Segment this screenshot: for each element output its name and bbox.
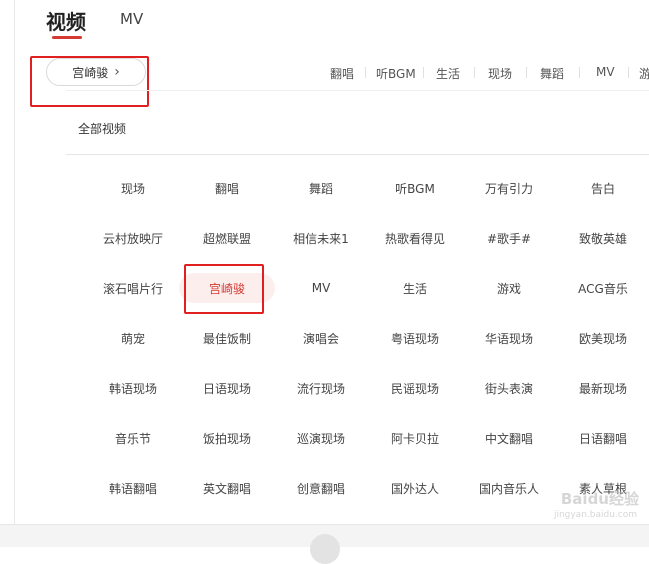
category-item[interactable]: 最新现场 [555, 373, 649, 403]
category-item[interactable]: 英文翻唱 [179, 473, 275, 503]
category-item[interactable]: 萌宠 [85, 323, 181, 353]
category-item[interactable]: 国内音乐人 [461, 473, 557, 503]
category-item[interactable]: 游戏 [461, 273, 557, 303]
category-item[interactable]: 滚石唱片行 [85, 273, 181, 303]
annotation-highlight-box [184, 264, 264, 314]
category-item[interactable]: 创意翻唱 [273, 473, 369, 503]
category-item[interactable]: 饭拍现场 [179, 423, 275, 453]
category-item[interactable]: 阿卡贝拉 [367, 423, 463, 453]
category-item[interactable]: 云村放映厅 [85, 223, 181, 253]
category-item[interactable]: 致敬英雄 [555, 223, 649, 253]
category-item[interactable]: 日语现场 [179, 373, 275, 403]
watermark-url: jingyan.baidu.com [553, 510, 637, 520]
category-item[interactable]: ACG音乐 [555, 273, 649, 303]
category-item[interactable]: 国外达人 [367, 473, 463, 503]
category-item[interactable]: 街头表演 [461, 373, 557, 403]
category-item[interactable]: 超燃联盟 [179, 223, 275, 253]
category-item[interactable]: 粤语现场 [367, 323, 463, 353]
category-item[interactable]: 韩语现场 [85, 373, 181, 403]
category-grid: 现场 翻唱 舞蹈 听BGM 万有引力 告白云村放映厅 超燃联盟 相信未来1 热歌看得见 #歌手# 致… [0, 0, 649, 520]
category-item[interactable]: 听BGM [367, 173, 463, 203]
category-item[interactable]: 流行现场 [273, 373, 369, 403]
category-item[interactable]: 巡演现场 [273, 423, 369, 453]
category-item[interactable]: 华语现场 [461, 323, 557, 353]
category-item[interactable]: 热歌看得见 [367, 223, 463, 253]
watermark-brand: Baidu经验 [560, 490, 639, 508]
category-item[interactable]: 音乐节 [85, 423, 181, 453]
category-item[interactable]: 翻唱 [179, 173, 275, 203]
category-item[interactable]: 生活 [367, 273, 463, 303]
category-item[interactable]: 万有引力 [461, 173, 557, 203]
category-item[interactable]: 欧美现场 [555, 323, 649, 353]
category-item[interactable]: 告白 [555, 173, 649, 203]
category-item[interactable]: #歌手# [461, 223, 557, 253]
category-item[interactable]: MV [273, 273, 369, 303]
category-item[interactable]: 相信未来1 [273, 223, 369, 253]
category-item[interactable]: 日语翻唱 [555, 423, 649, 453]
category-item[interactable]: 韩语翻唱 [85, 473, 181, 503]
category-item[interactable]: 现场 [85, 173, 181, 203]
scroll-top-button[interactable] [310, 534, 340, 564]
category-item[interactable]: 最佳饭制 [179, 323, 275, 353]
category-item[interactable]: 演唱会 [273, 323, 369, 353]
category-item[interactable]: 舞蹈 [273, 173, 369, 203]
category-item[interactable]: 中文翻唱 [461, 423, 557, 453]
category-item[interactable]: 民谣现场 [367, 373, 463, 403]
